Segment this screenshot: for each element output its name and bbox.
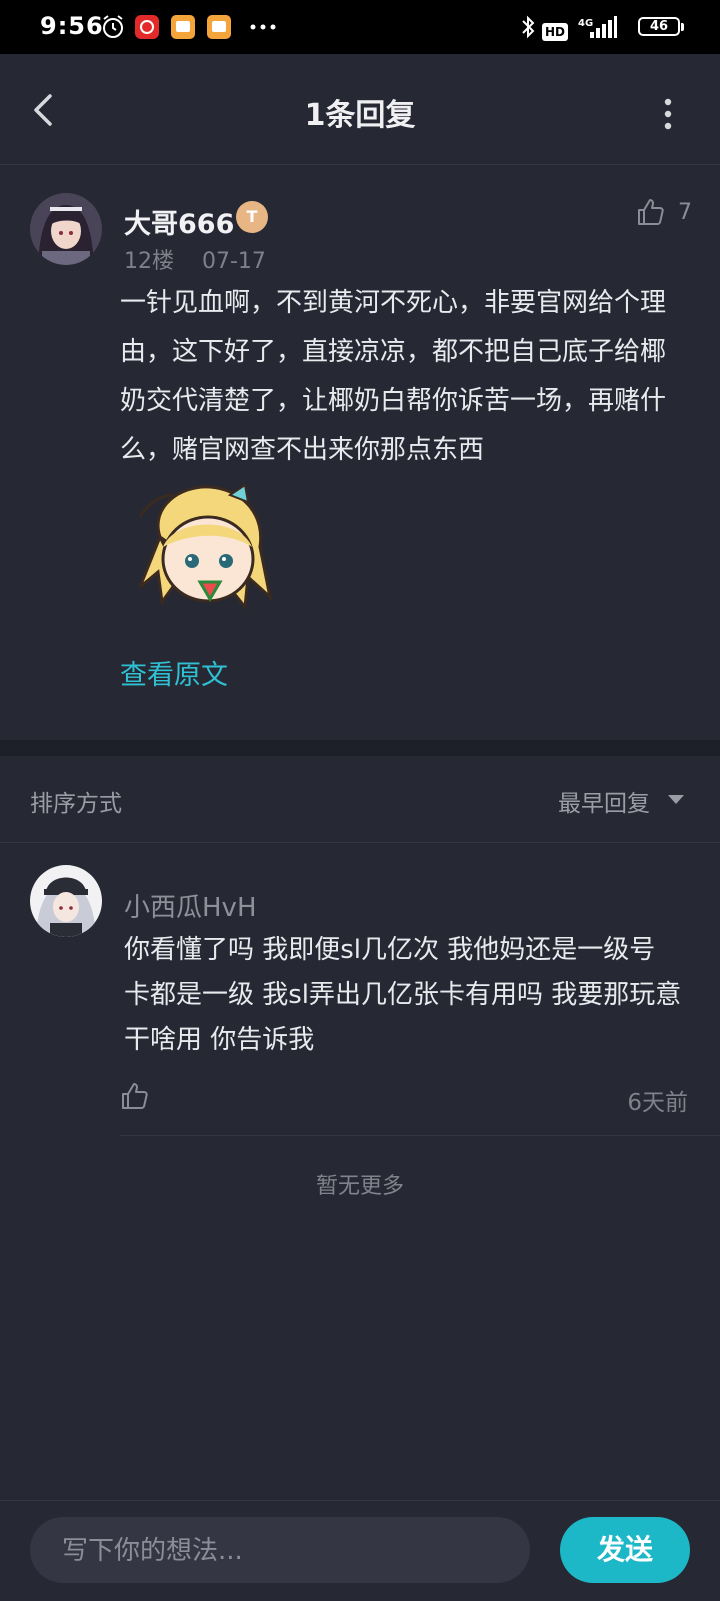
- reply-avatar[interactable]: [30, 865, 102, 937]
- level-badge: T: [236, 201, 268, 233]
- battery-indicator: 46: [638, 17, 684, 36]
- section-divider: [0, 740, 720, 756]
- signal-icon: [590, 16, 617, 38]
- notification-app-icon-2: [207, 15, 231, 39]
- reply-divider: [120, 1135, 720, 1136]
- caret-down-icon[interactable]: [668, 795, 684, 804]
- sort-dropdown[interactable]: 最早回复: [558, 784, 650, 818]
- user-name[interactable]: 大哥666: [124, 202, 234, 241]
- sticker-image: [130, 477, 280, 627]
- avatar[interactable]: [30, 193, 102, 265]
- alarm-icon: [103, 15, 123, 38]
- no-more-text: 暂无更多: [315, 1174, 404, 1199]
- hd-badge: HD: [542, 23, 569, 41]
- sticker-illustration: [138, 483, 273, 611]
- thumbs-up-icon: [122, 1083, 148, 1109]
- thumbs-up-icon: [638, 199, 664, 225]
- reply-like-button[interactable]: [120, 1081, 150, 1115]
- sort-row: 排序方式 最早回复: [0, 756, 720, 843]
- user-avatar-image: [30, 193, 102, 265]
- like-count: 7: [678, 200, 692, 225]
- comment-date: 07-17: [202, 249, 266, 274]
- page-title: 1条回复: [304, 98, 416, 133]
- comment-body: 一针见血啊，不到黄河不死心，非要官网给个理由，这下好了，直接凉凉，都不把自己底子…: [120, 288, 667, 465]
- main-comment: 大哥666 T 7 12楼 07-17 一针见血啊，不到黄河不死心，非要官网给个…: [0, 165, 720, 740]
- bluetooth-icon: [522, 15, 535, 39]
- comment-input[interactable]: [60, 1517, 504, 1585]
- reply-avatar-image: [30, 865, 102, 937]
- floor-number: 12楼: [124, 249, 174, 274]
- send-button[interactable]: 发送: [560, 1517, 690, 1583]
- like-button[interactable]: [636, 197, 666, 231]
- reply-item: 小西瓜HvH 你看懂了吗 我即便sl几亿次 我他妈还是一级号 卡都是一级 我sl…: [0, 843, 720, 1136]
- composer-bar: 发送: [0, 1500, 720, 1601]
- music-app-icon: [135, 15, 159, 39]
- reply-body: 你看懂了吗 我即便sl几亿次 我他妈还是一级号 卡都是一级 我sl弄出几亿张卡有…: [124, 935, 682, 1055]
- comment-input-container[interactable]: [30, 1517, 530, 1585]
- status-time: 9:56: [40, 12, 104, 40]
- status-bar: 9:56 HD 4G 46: [0, 0, 720, 54]
- top-app-bar: 1条回复: [0, 54, 720, 165]
- more-options-icon[interactable]: [648, 94, 688, 134]
- reply-user-name[interactable]: 小西瓜HvH: [124, 887, 257, 924]
- comment-meta: 12楼 07-17: [124, 243, 266, 275]
- notification-app-icon: [171, 15, 195, 39]
- reply-time: 6天前: [627, 1090, 688, 1116]
- more-notifications-icon: [250, 24, 276, 30]
- view-original-link[interactable]: 查看原文: [120, 653, 228, 692]
- sort-label: 排序方式: [30, 791, 122, 817]
